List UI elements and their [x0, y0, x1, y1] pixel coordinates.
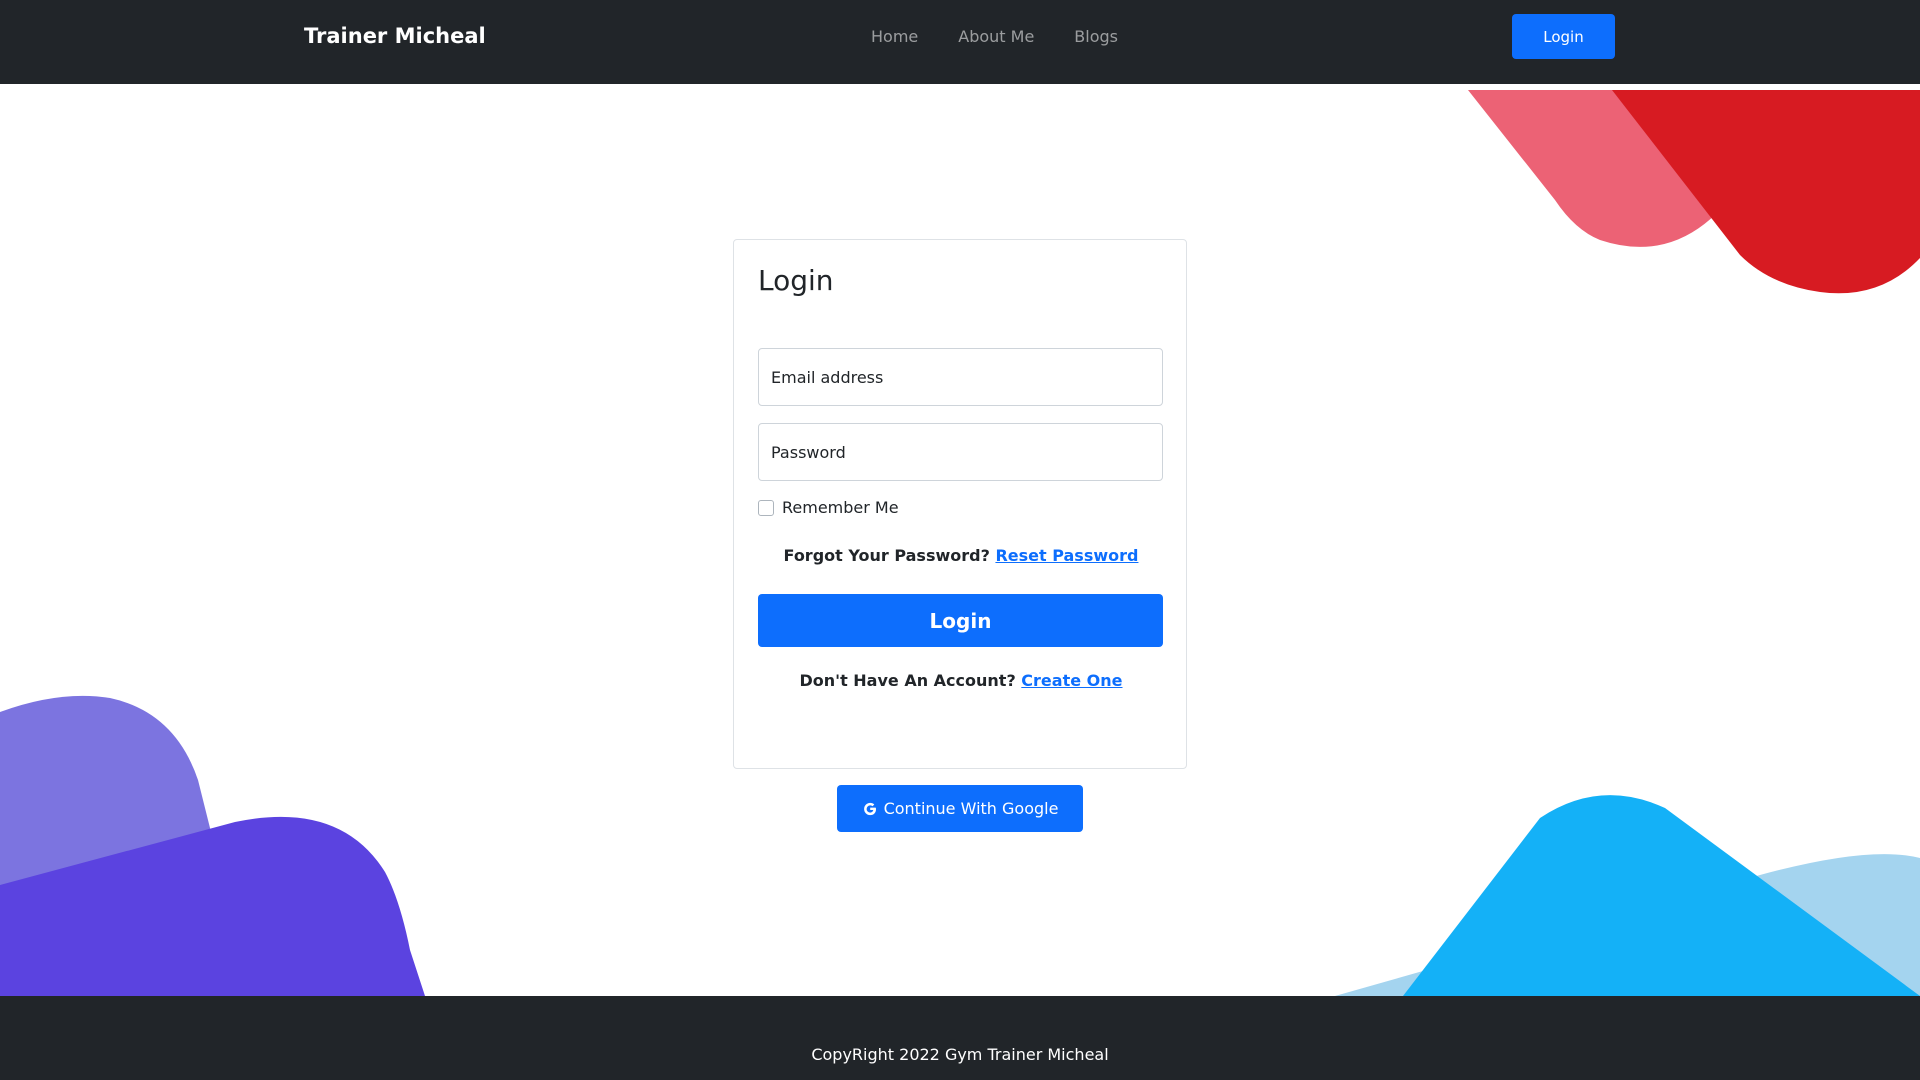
login-title: Login [758, 264, 834, 297]
top-navbar: Trainer Micheal Home About Me Blogs Logi… [0, 0, 1920, 84]
nav-link-about-me[interactable]: About Me [958, 27, 1034, 46]
footer-copyright: CopyRight 2022 Gym Trainer Micheal [811, 1045, 1109, 1064]
navbar-divider [0, 84, 1920, 90]
remember-me-label[interactable]: Remember Me [782, 498, 899, 517]
remember-me-checkbox[interactable] [758, 499, 774, 516]
nav-link-home[interactable]: Home [871, 27, 918, 46]
brand-logo[interactable]: Trainer Micheal [304, 24, 486, 48]
blob-lavender-bottom-left [0, 695, 215, 1000]
blob-cyan-bottom-right [1403, 795, 1920, 996]
nav-login-button[interactable]: Login [1512, 14, 1615, 59]
forgot-password-row: Forgot Your Password? Reset Password [734, 546, 1188, 565]
remember-me-row: Remember Me [758, 498, 899, 517]
blob-purple-bottom-left [0, 816, 425, 996]
blob-red-top-right [1612, 90, 1920, 294]
forgot-password-text: Forgot Your Password? [783, 546, 990, 565]
nav-links: Home About Me Blogs [871, 27, 1118, 46]
reset-password-link[interactable]: Reset Password [995, 546, 1138, 565]
no-account-text: Don't Have An Account? [799, 671, 1016, 690]
create-account-link[interactable]: Create One [1021, 671, 1122, 690]
google-g-icon [863, 802, 876, 815]
blob-lightblue-bottom-right [1335, 854, 1920, 996]
login-card: Login Remember Me Forgot Your Password? … [733, 239, 1187, 769]
create-account-row: Don't Have An Account? Create One [734, 671, 1188, 690]
login-submit-button[interactable]: Login [758, 594, 1163, 647]
nav-link-blogs[interactable]: Blogs [1074, 27, 1118, 46]
google-button-label: Continue With Google [883, 799, 1059, 818]
footer [0, 996, 1920, 1080]
password-field[interactable] [758, 423, 1163, 481]
email-field[interactable] [758, 348, 1163, 406]
continue-with-google-button[interactable]: Continue With Google [837, 785, 1083, 832]
blob-pink-top-right [1468, 90, 1750, 247]
